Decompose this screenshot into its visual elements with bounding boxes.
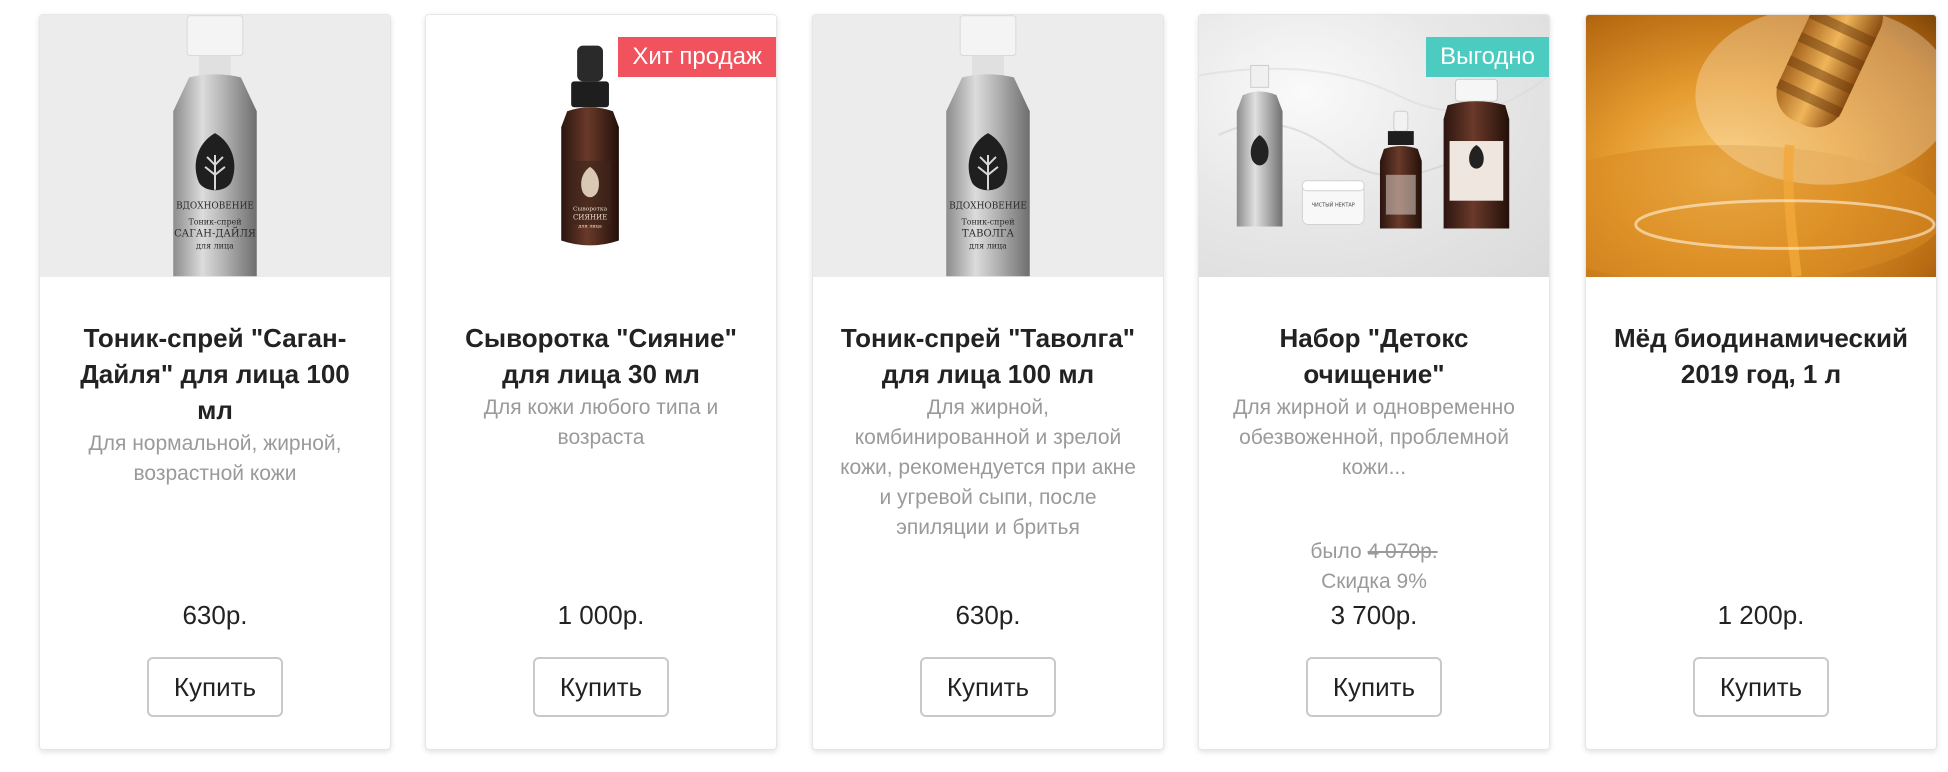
svg-text:САГАН-ДАЙЛЯ: САГАН-ДАЙЛЯ bbox=[174, 227, 256, 239]
buy-button[interactable]: Купить bbox=[1306, 657, 1442, 717]
aluminum-spray-bottle-icon: ВДОХНОВЕНИЕ Тоник-спрей ТАВОЛГА для лица bbox=[946, 15, 1030, 277]
product-price: 630р. bbox=[955, 600, 1021, 630]
product-card[interactable]: ВДОХНОВЕНИЕ Тоник-спрей ТАВОЛГА для лица… bbox=[812, 14, 1164, 750]
product-title[interactable]: Тоник-спрей "Таволга" для лица 100 мл bbox=[839, 320, 1137, 392]
product-card[interactable]: ВДОХНОВЕНИЕ Тоник-спрей САГАН-ДАЙЛЯ для … bbox=[39, 14, 391, 750]
product-grid: ВДОХНОВЕНИЕ Тоник-спрей САГАН-ДАЙЛЯ для … bbox=[0, 0, 1948, 772]
product-card[interactable]: Сыворотка СИЯНИЕ для лица Хит продаж Сыв… bbox=[425, 14, 777, 750]
product-price: 630р. bbox=[182, 600, 248, 630]
badge-deal: Выгодно bbox=[1426, 37, 1549, 77]
product-price: 1 200р. bbox=[1717, 600, 1805, 630]
product-title[interactable]: Мёд биодинамический 2019 год, 1 л bbox=[1612, 320, 1910, 392]
honey-dipper-icon bbox=[1586, 15, 1936, 277]
product-card[interactable]: ЧИСТЫЙ НЕКТАР Выгодно Набор "Детокс очищ… bbox=[1198, 14, 1550, 750]
buy-button[interactable]: Купить bbox=[920, 657, 1056, 717]
svg-text:Тоник-спрей: Тоник-спрей bbox=[188, 218, 241, 227]
svg-text:ВДОХНОВЕНИЕ: ВДОХНОВЕНИЕ bbox=[176, 202, 254, 212]
product-description: Для нормальной, жирной, возрастной кожи bbox=[88, 432, 342, 485]
price-block: 1 200р. bbox=[1586, 597, 1936, 633]
svg-text:для лица: для лица bbox=[196, 241, 234, 250]
badge-bestseller: Хит продаж bbox=[618, 37, 776, 77]
product-info: Набор "Детокс очищение" Для жирной и одн… bbox=[1199, 277, 1549, 749]
product-title[interactable]: Набор "Детокс очищение" bbox=[1225, 320, 1523, 392]
product-info: Мёд биодинамический 2019 год, 1 л 1 200р… bbox=[1586, 277, 1936, 749]
product-image[interactable]: ВДОХНОВЕНИЕ Тоник-спрей САГАН-ДАЙЛЯ для … bbox=[40, 15, 390, 277]
price-block: 630р. bbox=[40, 597, 390, 633]
product-info: Тоник-спрей "Таволга" для лица 100 мл Дл… bbox=[813, 277, 1163, 749]
price-block: 630р. bbox=[813, 597, 1163, 633]
discount-label: Скидка 9% bbox=[1321, 570, 1427, 593]
old-price-label: было bbox=[1310, 540, 1362, 563]
product-image[interactable]: ВДОХНОВЕНИЕ Тоник-спрей ТАВОЛГА для лица bbox=[813, 15, 1163, 277]
buy-button[interactable]: Купить bbox=[533, 657, 669, 717]
product-title[interactable]: Тоник-спрей "Саган-Дайля" для лица 100 м… bbox=[66, 320, 364, 428]
product-title[interactable]: Сыворотка "Сияние" для лица 30 мл bbox=[452, 320, 750, 392]
svg-text:ЧИСТЫЙ НЕКТАР: ЧИСТЫЙ НЕКТАР bbox=[1312, 202, 1355, 209]
old-price-line: было 4 070р. bbox=[1199, 537, 1549, 567]
product-info: Тоник-спрей "Саган-Дайля" для лица 100 м… bbox=[40, 277, 390, 749]
svg-text:ТАВОЛГА: ТАВОЛГА bbox=[962, 228, 1014, 239]
product-price: 1 000р. bbox=[557, 600, 645, 630]
product-description: Для кожи любого типа и возраста bbox=[483, 396, 719, 449]
svg-text:СИЯНИЕ: СИЯНИЕ bbox=[573, 214, 607, 222]
product-info: Сыворотка "Сияние" для лица 30 мл Для ко… bbox=[426, 277, 776, 749]
product-card[interactable]: Мёд биодинамический 2019 год, 1 л 1 200р… bbox=[1585, 14, 1937, 750]
product-price: 3 700р. bbox=[1330, 600, 1418, 630]
svg-text:ВДОХНОВЕНИЕ: ВДОХНОВЕНИЕ bbox=[949, 202, 1027, 212]
product-image[interactable]: Сыворотка СИЯНИЕ для лица Хит продаж bbox=[426, 15, 776, 277]
old-price: 4 070р. bbox=[1367, 540, 1438, 563]
product-image[interactable] bbox=[1586, 15, 1936, 277]
product-image[interactable]: ЧИСТЫЙ НЕКТАР Выгодно bbox=[1199, 15, 1549, 277]
buy-button[interactable]: Купить bbox=[147, 657, 283, 717]
price-block: было 4 070р. Скидка 9% 3 700р. bbox=[1199, 537, 1549, 633]
svg-text:Сыворотка: Сыворотка bbox=[573, 206, 608, 213]
product-description: Для жирной и одновременно обезвоженной, … bbox=[1233, 396, 1515, 479]
aluminum-spray-bottle-icon: ВДОХНОВЕНИЕ Тоник-спрей САГАН-ДАЙЛЯ для … bbox=[173, 15, 257, 277]
product-description: Для жирной, комбинированной и зрелой кож… bbox=[840, 396, 1136, 539]
buy-button[interactable]: Купить bbox=[1693, 657, 1829, 717]
price-block: 1 000р. bbox=[426, 597, 776, 633]
svg-text:Тоник-спрей: Тоник-спрей bbox=[961, 218, 1014, 227]
svg-text:для лица: для лица bbox=[969, 241, 1007, 250]
svg-text:для лица: для лица bbox=[578, 224, 602, 230]
